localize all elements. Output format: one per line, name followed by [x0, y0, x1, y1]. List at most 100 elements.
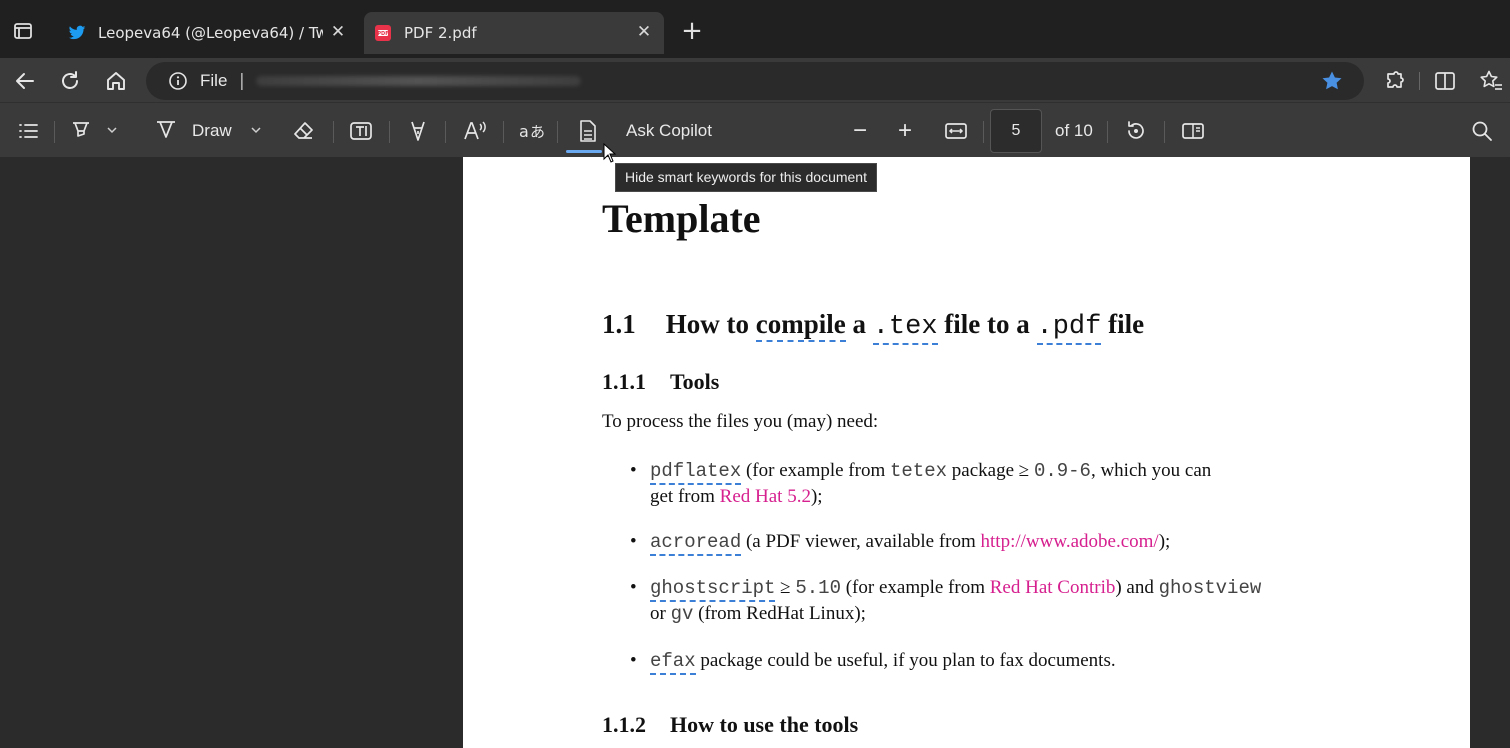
list-text: package ≥: [947, 460, 1034, 481]
tab-twitter[interactable]: Leopeva64 (@Leopeva64) / Twitter ✕: [58, 12, 358, 54]
blurred-url: [256, 76, 581, 86]
pdf-viewer-area: Template 1.1 How to compile a .tex file t…: [0, 157, 1510, 748]
add-text-icon[interactable]: [348, 118, 374, 144]
favorite-star-icon[interactable]: [1320, 69, 1344, 93]
code-text: tetex: [890, 460, 948, 482]
refresh-icon[interactable]: [57, 68, 83, 94]
section-heading: 1.1 How to compile a .tex file to a .pdf …: [602, 309, 1145, 345]
signature-pen-icon[interactable]: [406, 118, 430, 144]
smart-keywords-icon[interactable]: [574, 118, 600, 144]
smart-keywords-active-indicator: [566, 150, 602, 153]
info-icon[interactable]: [168, 71, 188, 91]
chevron-down-icon[interactable]: [250, 121, 262, 141]
subsection-number: 1.1.1: [602, 369, 646, 394]
highlight-button[interactable]: [68, 118, 118, 144]
toolbar-divider: [1107, 121, 1108, 143]
smart-keyword[interactable]: pdflatex: [650, 460, 742, 485]
ask-copilot-button[interactable]: Ask Copilot: [626, 118, 712, 144]
heading-text: file to a: [937, 309, 1037, 339]
subsection-label: How to use the tools: [670, 712, 859, 737]
heading-text: file: [1101, 309, 1145, 339]
list-text: get from: [650, 486, 720, 507]
svg-text:PDF: PDF: [377, 31, 388, 37]
new-tab-button[interactable]: +: [680, 18, 704, 44]
heading-text: How to: [665, 309, 756, 339]
list-item: • ghostscript ≥ 5.10 (for example from R…: [630, 577, 1262, 625]
address-bar[interactable]: File |: [146, 62, 1364, 100]
pdf-file-icon: PDF: [372, 22, 394, 44]
eraser-icon[interactable]: [291, 118, 317, 144]
list-text: or: [650, 603, 671, 624]
extensions-puzzle-icon[interactable]: [1382, 68, 1408, 94]
search-icon[interactable]: [1470, 118, 1494, 144]
smart-keyword[interactable]: efax: [650, 650, 696, 675]
list-text: );: [1158, 531, 1171, 552]
highlighter-icon: [68, 116, 94, 147]
home-icon[interactable]: [103, 68, 129, 94]
list-text: , which you can: [1090, 460, 1212, 481]
toolbar-divider: [54, 121, 55, 143]
list-item: • acroread (a PDF viewer, available from…: [630, 529, 1310, 556]
toolbar-divider: [557, 121, 558, 143]
code-text: 0.9-6: [1033, 460, 1091, 482]
split-screen-icon[interactable]: [1432, 68, 1458, 94]
page-total-label: of 10: [1055, 121, 1093, 140]
rotate-icon[interactable]: [1123, 118, 1149, 144]
toolbar-divider: [389, 121, 390, 143]
list-text: package could be useful, if you plan to …: [695, 650, 1116, 671]
smart-keyword[interactable]: .tex: [872, 312, 938, 345]
zoom-out-button[interactable]: −: [853, 117, 867, 144]
smart-keyword[interactable]: compile: [755, 309, 846, 342]
zoom-in-button[interactable]: +: [898, 117, 912, 144]
subsection-heading: 1.1.2 How to use the tools: [602, 712, 858, 738]
smart-keyword[interactable]: ghostscript: [650, 577, 776, 602]
tab-label: PDF 2.pdf: [404, 24, 477, 42]
page-number-input[interactable]: 5: [990, 109, 1042, 153]
link[interactable]: Red Hat Contrib: [990, 577, 1116, 598]
tab-actions-icon[interactable]: [12, 20, 34, 42]
close-tab-icon[interactable]: ✕: [328, 22, 348, 42]
mouse-cursor-icon: [603, 142, 617, 167]
fit-width-icon[interactable]: [943, 118, 969, 144]
code-text: 5.10: [795, 577, 841, 599]
section-number: 1.1: [602, 309, 636, 339]
subsection-number: 1.1.2: [602, 712, 646, 737]
toolbar-divider: [333, 121, 334, 143]
intro-paragraph: To process the files you (may) need:: [602, 411, 879, 432]
draw-button[interactable]: Draw: [154, 118, 262, 144]
heading-text: a: [845, 309, 873, 339]
list-item: • pdflatex (for example from tetex packa…: [630, 460, 1212, 507]
pen-draw-icon: [154, 117, 178, 146]
chevron-down-icon[interactable]: [106, 121, 118, 141]
url-separator: |: [239, 71, 245, 91]
contents-list-icon[interactable]: [16, 118, 40, 144]
back-arrow-icon[interactable]: [12, 68, 38, 94]
list-text: (for example from: [741, 460, 890, 481]
link[interactable]: http://www.adobe.com/: [981, 531, 1159, 552]
list-text: ≥: [775, 577, 796, 598]
tooltip: Hide smart keywords for this document: [615, 163, 877, 192]
twitter-bird-icon: [66, 22, 88, 44]
toolbar-divider: [445, 121, 446, 143]
list-text: ) and: [1115, 577, 1159, 598]
list-text: );: [810, 486, 823, 507]
link[interactable]: Red Hat 5.2: [720, 486, 811, 507]
favorites-star-list-icon[interactable]: [1478, 68, 1504, 94]
nav-divider: [1419, 72, 1420, 90]
close-tab-icon[interactable]: ✕: [634, 22, 654, 42]
navigation-bar: File |: [0, 58, 1510, 102]
draw-label: Draw: [192, 121, 232, 140]
list-text: (from RedHat Linux);: [693, 603, 866, 624]
translate-icon[interactable]: aあ: [518, 118, 546, 144]
toolbar-divider: [983, 121, 984, 143]
subsection-label: Tools: [670, 369, 720, 394]
page-view-icon[interactable]: [1180, 118, 1206, 144]
smart-keyword[interactable]: acroread: [650, 531, 742, 556]
document-title: Template: [602, 196, 761, 241]
read-aloud-icon[interactable]: [462, 118, 488, 144]
title-bar: Leopeva64 (@Leopeva64) / Twitter ✕ PDF P…: [0, 0, 1510, 58]
pdf-toolbar: Draw aあ Ask Copilot − + 5 of 10: [0, 102, 1510, 157]
list-text: (for example from: [840, 577, 990, 598]
smart-keyword[interactable]: .pdf: [1036, 312, 1102, 345]
tab-pdf[interactable]: PDF PDF 2.pdf ✕: [364, 12, 664, 54]
